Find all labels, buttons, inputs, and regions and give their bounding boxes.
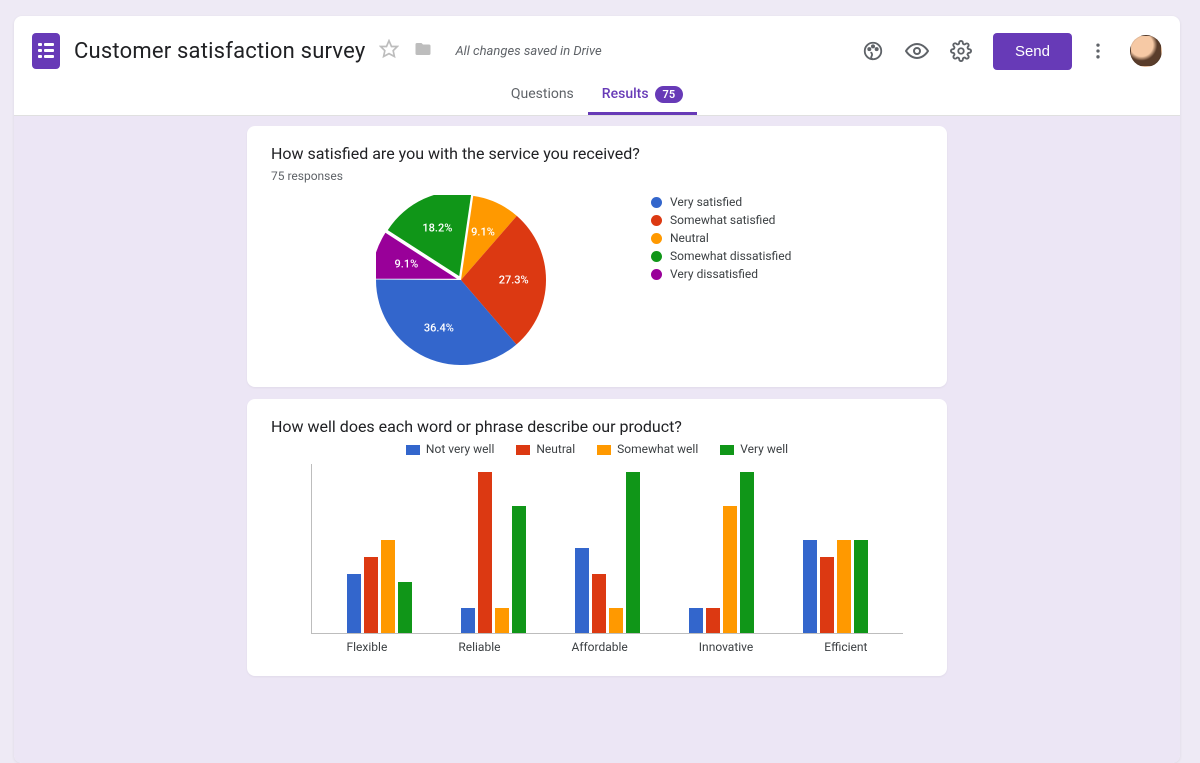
bar-legend-item: Very well bbox=[720, 442, 788, 456]
bar bbox=[626, 472, 640, 634]
tab-results-label: Results bbox=[602, 86, 649, 102]
legend-label: Somewhat dissatisfied bbox=[670, 249, 791, 263]
bar-category-label: Reliable bbox=[458, 640, 500, 654]
results-page: How satisfied are you with the service y… bbox=[14, 116, 1180, 763]
bar-group bbox=[803, 540, 868, 634]
bar bbox=[689, 608, 703, 634]
bar bbox=[820, 557, 834, 634]
question-card-2: How well does each word or phrase descri… bbox=[247, 399, 947, 676]
preview-icon[interactable] bbox=[899, 33, 935, 69]
bar-legend-item: Neutral bbox=[516, 442, 575, 456]
legend-swatch bbox=[651, 251, 662, 262]
bar-group bbox=[347, 540, 412, 634]
bar-category-label: Flexible bbox=[347, 640, 388, 654]
legend-item: Somewhat dissatisfied bbox=[651, 249, 791, 263]
avatar[interactable] bbox=[1130, 35, 1162, 67]
bar-axis: Flexible Reliable Affordable Innovative Effi… bbox=[311, 640, 903, 654]
bar-group bbox=[575, 472, 640, 634]
forms-logo-icon bbox=[38, 41, 54, 61]
results-count-badge: 75 bbox=[655, 86, 684, 103]
question-1-responses: 75 responses bbox=[271, 169, 923, 183]
bar bbox=[512, 506, 526, 634]
bar bbox=[803, 540, 817, 634]
bar bbox=[706, 608, 720, 634]
legend-swatch bbox=[651, 215, 662, 226]
legend-item: Very dissatisfied bbox=[651, 267, 791, 281]
tab-bar: Questions Results 75 bbox=[14, 76, 1180, 116]
legend-swatch bbox=[597, 445, 611, 455]
bar-legend-item: Not very well bbox=[406, 442, 494, 456]
bar bbox=[364, 557, 378, 634]
legend-swatch bbox=[651, 233, 662, 244]
bar bbox=[495, 608, 509, 634]
bar-chart bbox=[311, 464, 903, 634]
question-2-title: How well does each word or phrase descri… bbox=[271, 417, 923, 436]
bar bbox=[609, 608, 623, 634]
send-button[interactable]: Send bbox=[993, 33, 1072, 70]
bar bbox=[740, 472, 754, 634]
legend-item: Somewhat satisfied bbox=[651, 213, 791, 227]
legend-swatch bbox=[651, 269, 662, 280]
tab-results[interactable]: Results 75 bbox=[588, 76, 697, 115]
bar bbox=[592, 574, 606, 634]
theme-icon[interactable] bbox=[855, 33, 891, 69]
bar-legend-item: Somewhat well bbox=[597, 442, 698, 456]
settings-icon[interactable] bbox=[943, 33, 979, 69]
bar-group bbox=[461, 472, 526, 634]
folder-icon[interactable] bbox=[413, 40, 433, 62]
save-status: All changes saved in Drive bbox=[455, 44, 601, 59]
legend-label: Somewhat satisfied bbox=[670, 213, 775, 227]
legend-label: Neutral bbox=[670, 231, 709, 245]
pie-legend: Very satisfied Somewhat satisfied Neutral S… bbox=[651, 195, 791, 285]
legend-item: Neutral bbox=[651, 231, 791, 245]
more-icon[interactable] bbox=[1080, 33, 1116, 69]
app-window: Customer satisfaction survey All changes… bbox=[14, 16, 1180, 763]
bar bbox=[381, 540, 395, 634]
bar-legend: Not very well Neutral Somewhat well Very we… bbox=[271, 442, 923, 456]
bar bbox=[347, 574, 361, 634]
document-title[interactable]: Customer satisfaction survey bbox=[74, 39, 365, 64]
tab-questions[interactable]: Questions bbox=[497, 76, 588, 115]
bar-group bbox=[689, 472, 754, 634]
bar bbox=[478, 472, 492, 634]
legend-swatch bbox=[406, 445, 420, 455]
header-bar: Customer satisfaction survey All changes… bbox=[14, 16, 1180, 76]
bar bbox=[398, 582, 412, 633]
pie-chart: 9.1%18.2%9.1%27.3%36.4% bbox=[331, 195, 591, 365]
question-1-title: How satisfied are you with the service y… bbox=[271, 144, 923, 163]
legend-swatch bbox=[720, 445, 734, 455]
question-card-1: How satisfied are you with the service y… bbox=[247, 126, 947, 387]
bar-category-label: Efficient bbox=[824, 640, 867, 654]
legend-item: Very satisfied bbox=[651, 195, 791, 209]
forms-logo[interactable] bbox=[32, 33, 60, 69]
bar-category-label: Affordable bbox=[571, 640, 627, 654]
bar-category-label: Innovative bbox=[699, 640, 753, 654]
legend-label: Very satisfied bbox=[670, 195, 742, 209]
bar bbox=[854, 540, 868, 634]
bar bbox=[461, 608, 475, 634]
legend-swatch bbox=[651, 197, 662, 208]
bar bbox=[723, 506, 737, 634]
bar bbox=[575, 548, 589, 633]
bar bbox=[837, 540, 851, 634]
legend-swatch bbox=[516, 445, 530, 455]
star-icon[interactable] bbox=[379, 39, 399, 63]
legend-label: Very dissatisfied bbox=[670, 267, 758, 281]
